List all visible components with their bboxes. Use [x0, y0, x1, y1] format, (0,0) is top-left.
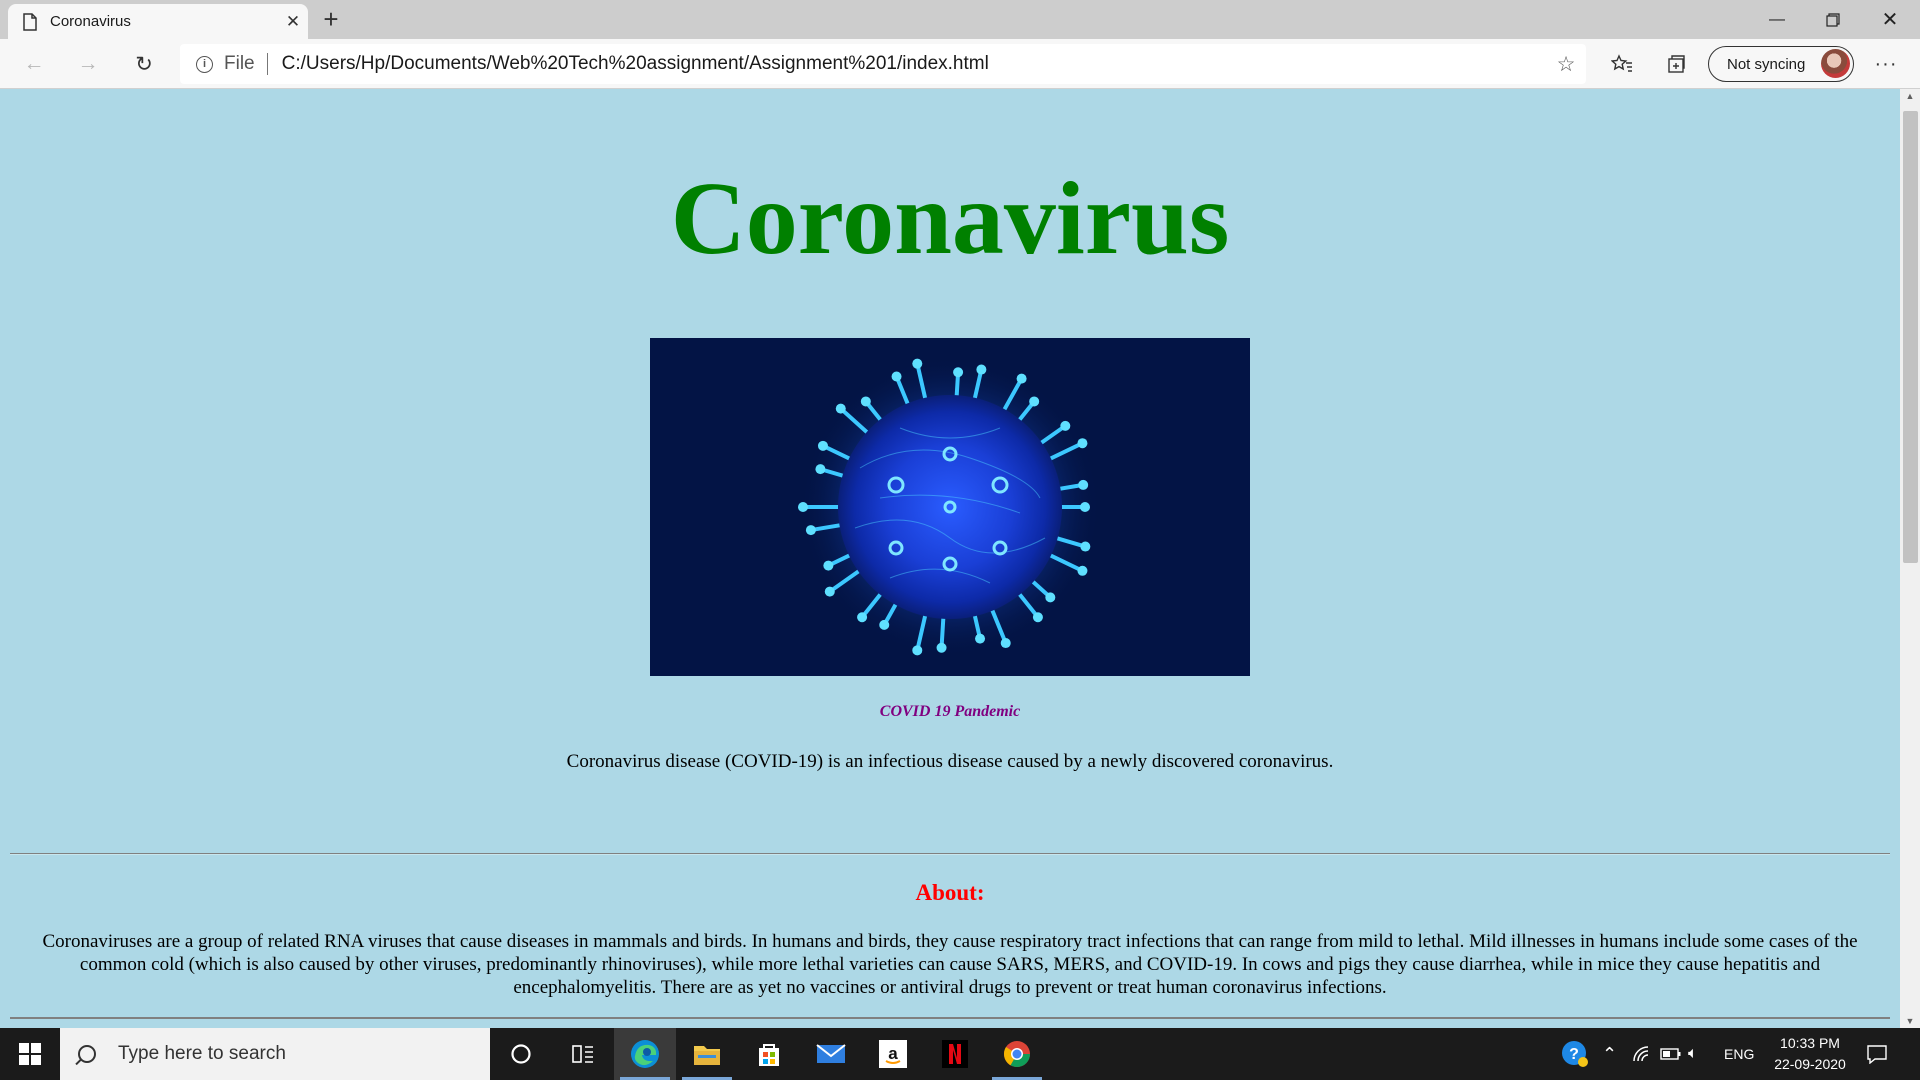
vertical-scrollbar[interactable]: ▲ ▼ — [1900, 89, 1920, 1028]
scroll-up-icon[interactable]: ▲ — [1900, 91, 1920, 101]
show-hidden-icons-icon[interactable]: ⌃ — [1602, 1028, 1617, 1080]
more-menu-icon[interactable]: ··· — [1868, 47, 1904, 81]
about-paragraph: Coronaviruses are a group of related RNA… — [42, 931, 1858, 998]
mail-icon[interactable] — [800, 1028, 862, 1080]
sync-label: Not syncing — [1727, 55, 1806, 73]
coronavirus-illustration — [650, 338, 1250, 676]
url-text[interactable]: C:/Users/Hp/Documents/Web%20Tech%20assig… — [282, 53, 1546, 75]
amazon-icon[interactable]: a — [862, 1028, 924, 1080]
profile-sync-button[interactable]: Not syncing — [1708, 46, 1854, 82]
new-tab-icon[interactable]: + — [314, 4, 348, 34]
svg-text:a: a — [888, 1044, 898, 1063]
browser-tab[interactable]: Coronavirus ✕ — [8, 4, 308, 39]
scroll-down-icon[interactable]: ▼ — [1900, 1016, 1920, 1026]
divider-bottom — [10, 1017, 1890, 1019]
network-icon[interactable] — [1632, 1028, 1652, 1080]
tab-title: Coronavirus — [50, 13, 131, 30]
chrome-icon[interactable] — [986, 1028, 1048, 1080]
restore-icon[interactable] — [1805, 0, 1861, 39]
minimize-icon[interactable]: — — [1749, 0, 1805, 39]
refresh-icon[interactable]: ↻ — [126, 47, 162, 81]
taskbar: Type here to search a ? ⌃ 🔈︎ ENG 10:33 P… — [0, 1028, 1920, 1080]
about-heading: About: — [915, 880, 985, 905]
task-view-icon[interactable] — [552, 1028, 614, 1080]
intro-paragraph: Coronavirus disease (COVID-19) is an inf… — [566, 751, 1334, 772]
virus-image — [650, 338, 1250, 676]
clock-time: 10:33 PM — [1780, 1035, 1840, 1051]
collections-icon[interactable] — [1658, 47, 1694, 81]
search-icon — [78, 1045, 96, 1063]
netflix-icon[interactable] — [924, 1028, 986, 1080]
avatar — [1821, 49, 1850, 78]
page-title: Coronavirus — [670, 161, 1230, 276]
tab-close-icon[interactable]: ✕ — [278, 12, 308, 32]
cortana-icon[interactable] — [490, 1028, 552, 1080]
page-icon — [23, 12, 37, 31]
language-indicator[interactable]: ENG — [1724, 1028, 1754, 1080]
url-scheme-label: File — [224, 53, 255, 74]
edge-icon[interactable] — [614, 1028, 676, 1080]
file-explorer-icon[interactable] — [676, 1028, 738, 1080]
back-icon[interactable]: ← — [16, 47, 52, 81]
search-placeholder: Type here to search — [118, 1043, 286, 1064]
start-button[interactable] — [0, 1028, 60, 1080]
favorites-icon[interactable] — [1604, 47, 1640, 81]
forward-icon[interactable]: → — [70, 47, 106, 81]
svg-text:?: ? — [1569, 1046, 1579, 1063]
battery-icon[interactable] — [1660, 1028, 1682, 1080]
volume-icon[interactable]: 🔈︎ — [1688, 1028, 1698, 1080]
windows-logo-icon — [19, 1043, 41, 1065]
system-clock[interactable]: 10:33 PM 22-09-2020 — [1760, 1033, 1860, 1075]
browser-titlebar: Coronavirus ✕ + — ✕ — [0, 0, 1920, 39]
divider — [10, 853, 1890, 855]
scroll-thumb[interactable] — [1903, 111, 1918, 563]
image-caption: COVID 19 Pandemic — [879, 703, 1021, 720]
address-separator — [266, 53, 268, 75]
browser-toolbar: ← → ↻ i File C:/Users/Hp/Documents/Web%2… — [0, 39, 1920, 89]
help-icon[interactable]: ? — [1560, 1028, 1590, 1080]
clock-date: 22-09-2020 — [1774, 1056, 1846, 1072]
page-viewport: Coronavirus COVID 19 Pandemic Coronaviru… — [0, 89, 1920, 1028]
store-icon[interactable] — [738, 1028, 800, 1080]
favorite-star-icon[interactable]: ☆ — [1546, 52, 1586, 77]
close-window-icon[interactable]: ✕ — [1862, 0, 1918, 39]
notifications-icon[interactable] — [1866, 1028, 1888, 1080]
taskbar-search[interactable]: Type here to search — [60, 1028, 490, 1080]
info-icon[interactable]: i — [196, 55, 213, 73]
address-bar[interactable]: i File C:/Users/Hp/Documents/Web%20Tech%… — [180, 44, 1586, 84]
